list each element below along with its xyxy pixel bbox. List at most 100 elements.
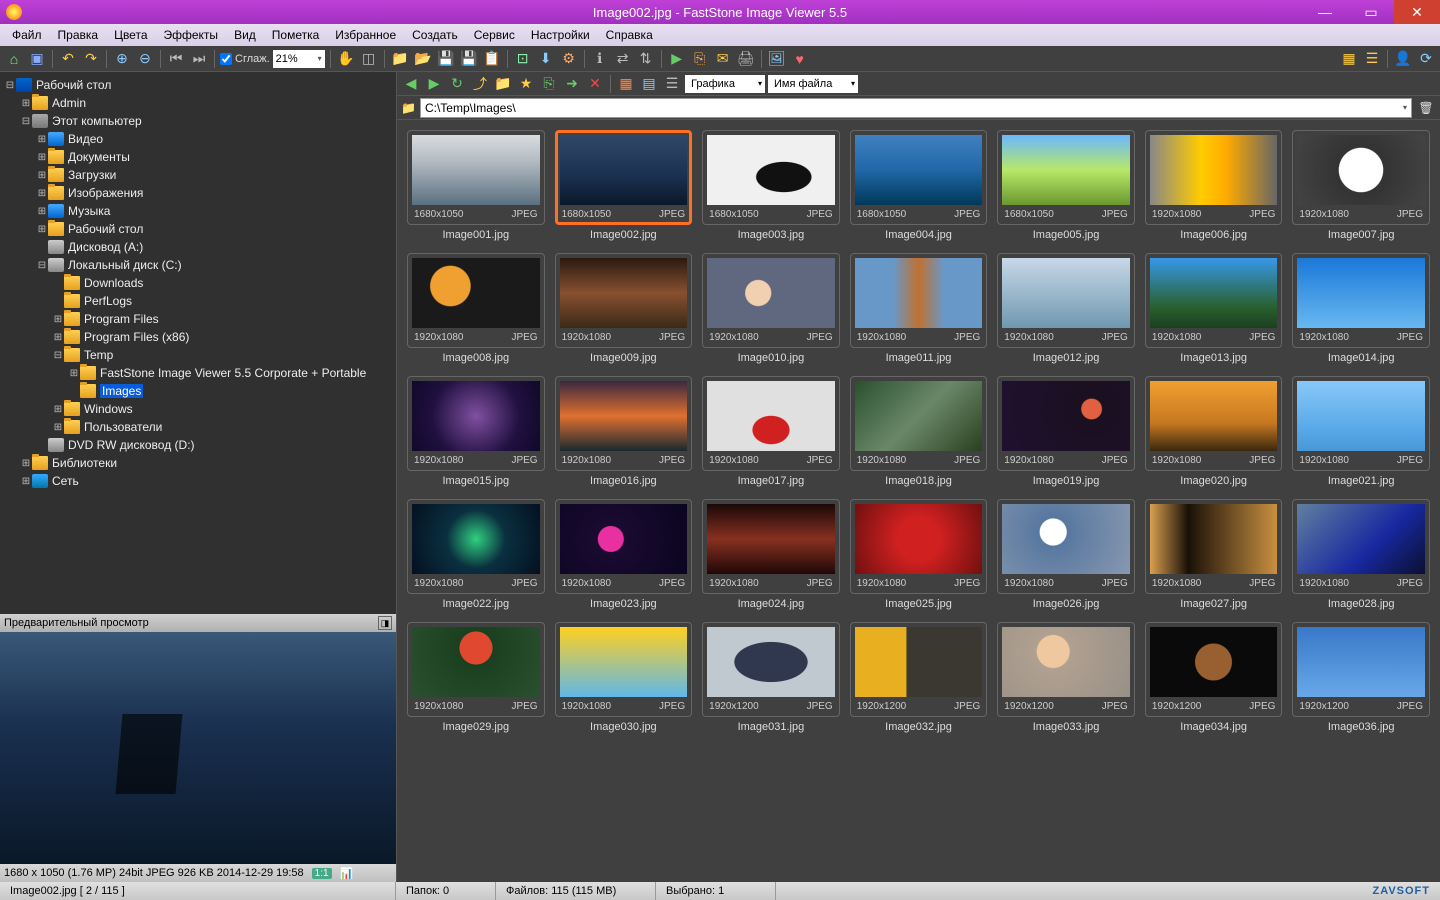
menu-0[interactable]: Файл <box>4 26 50 44</box>
thumbnail-cell[interactable]: 1920x1080JPEGImage009.jpg <box>555 253 693 366</box>
zoom-dropdown[interactable]: 21% <box>273 50 325 68</box>
tree-item[interactable]: ⊟Рабочий стол <box>4 76 392 94</box>
thumbnail-cell[interactable]: 1920x1080JPEGImage007.jpg <box>1292 130 1430 243</box>
thumbnail-cell[interactable]: 1920x1080JPEGImage025.jpg <box>850 499 988 612</box>
nav-back-icon[interactable]: ◀ <box>401 74 421 94</box>
thumbnail-cell[interactable]: 1920x1200JPEGImage034.jpg <box>1145 622 1283 735</box>
thumbnail-grid[interactable]: 1680x1050JPEGImage001.jpg1680x1050JPEGIm… <box>397 120 1440 882</box>
preview-close-button[interactable]: ◨ <box>378 616 392 630</box>
thumbnail-cell[interactable]: 1920x1080JPEGImage027.jpg <box>1145 499 1283 612</box>
wallpaper-icon[interactable]: 🖼 <box>767 49 787 69</box>
batch-icon[interactable]: ⎘ <box>690 49 710 69</box>
tree-item[interactable]: ⊞Пользователи <box>4 418 392 436</box>
view1-icon[interactable]: ▦ <box>616 74 636 94</box>
thumbnail-cell[interactable]: 1920x1080JPEGImage015.jpg <box>407 376 545 489</box>
thumbnail-cell[interactable]: 1920x1200JPEGImage036.jpg <box>1292 622 1430 735</box>
thumbnail-cell[interactable]: 1680x1050JPEGImage002.jpg <box>555 130 693 243</box>
minimize-button[interactable]: — <box>1302 0 1348 24</box>
nav-delete-icon[interactable]: ✕ <box>585 74 605 94</box>
screen-icon[interactable]: ▣ <box>27 49 47 69</box>
print-icon[interactable]: 🖨 <box>736 49 756 69</box>
tree-item[interactable]: ⊞Program Files (x86) <box>4 328 392 346</box>
tree-item[interactable]: ⊟Локальный диск (C:) <box>4 256 392 274</box>
menu-1[interactable]: Правка <box>50 26 107 44</box>
thumbnail-cell[interactable]: 1920x1080JPEGImage012.jpg <box>997 253 1135 366</box>
download-icon[interactable]: ⬇ <box>536 49 556 69</box>
thumbnail-cell[interactable]: 1920x1200JPEGImage031.jpg <box>702 622 840 735</box>
menu-6[interactable]: Избранное <box>327 26 404 44</box>
tree-item[interactable]: ⊞Изображения <box>4 184 392 202</box>
folder-icon[interactable]: 📁 <box>390 49 410 69</box>
thumbnail-cell[interactable]: 1920x1080JPEGImage026.jpg <box>997 499 1135 612</box>
thumbnail-cell[interactable]: 1920x1080JPEGImage010.jpg <box>702 253 840 366</box>
preview-pane[interactable] <box>0 632 396 864</box>
thumbnail-cell[interactable]: 1920x1080JPEGImage030.jpg <box>555 622 693 735</box>
slider-icon[interactable]: ⇅ <box>636 49 656 69</box>
close-button[interactable]: ✕ <box>1394 0 1440 24</box>
select-icon[interactable]: ◫ <box>359 49 379 69</box>
folder-tree[interactable]: ⊟Рабочий стол⊞Admin⊟Этот компьютер⊞Видео… <box>0 72 396 614</box>
person-icon[interactable]: 👤 <box>1393 49 1413 69</box>
tree-item[interactable]: DVD RW дисковод (D:) <box>4 436 392 454</box>
refresh-icon[interactable]: ⟳ <box>1416 49 1436 69</box>
tree-item[interactable]: ⊟Temp <box>4 346 392 364</box>
gear-icon[interactable]: ⚙ <box>559 49 579 69</box>
thumbnail-cell[interactable]: 1920x1080JPEGImage006.jpg <box>1145 130 1283 243</box>
prev-icon[interactable]: ⏮ <box>166 49 186 69</box>
thumbs-icon[interactable]: ▦ <box>1339 49 1359 69</box>
histogram-icon[interactable]: 📊 <box>340 867 354 880</box>
thumbnail-cell[interactable]: 1920x1080JPEGImage028.jpg <box>1292 499 1430 612</box>
save-icon[interactable]: 💾 <box>436 49 456 69</box>
tree-item[interactable]: ⊟Этот компьютер <box>4 112 392 130</box>
path-trash-icon[interactable]: 🗑 <box>1416 98 1436 118</box>
menu-8[interactable]: Сервис <box>466 26 523 44</box>
thumbnail-cell[interactable]: 1920x1080JPEGImage021.jpg <box>1292 376 1430 489</box>
thumbnail-cell[interactable]: 1920x1080JPEGImage019.jpg <box>997 376 1135 489</box>
email-icon[interactable]: ✉ <box>713 49 733 69</box>
nav-new-icon[interactable]: 📁 <box>493 74 513 94</box>
path-input[interactable]: C:\Temp\Images\ <box>420 98 1412 118</box>
tree-item[interactable]: ⊞Библиотеки <box>4 454 392 472</box>
menu-2[interactable]: Цвета <box>106 26 155 44</box>
tree-item[interactable]: PerfLogs <box>4 292 392 310</box>
compare-icon[interactable]: ⇄ <box>613 49 633 69</box>
nav-copy-icon[interactable]: ⎘ <box>539 74 559 94</box>
clipboard-icon[interactable]: 📋 <box>482 49 502 69</box>
tree-item[interactable]: ⊞Program Files <box>4 310 392 328</box>
thumbnail-cell[interactable]: 1920x1080JPEGImage014.jpg <box>1292 253 1430 366</box>
tree-item[interactable]: ⊞Загрузки <box>4 166 392 184</box>
zoom-in-icon[interactable]: ⊕ <box>112 49 132 69</box>
next-icon[interactable]: ⏭ <box>189 49 209 69</box>
heart-icon[interactable]: ♥ <box>790 49 810 69</box>
nav-fwd-icon[interactable]: ▶ <box>424 74 444 94</box>
thumbnail-cell[interactable]: 1920x1080JPEGImage023.jpg <box>555 499 693 612</box>
menu-3[interactable]: Эффекты <box>156 26 227 44</box>
thumbnail-cell[interactable]: 1920x1080JPEGImage017.jpg <box>702 376 840 489</box>
home-icon[interactable]: ⌂ <box>4 49 24 69</box>
view-type-dropdown[interactable]: Графика <box>685 75 765 93</box>
tree-item[interactable]: Downloads <box>4 274 392 292</box>
thumbnail-cell[interactable]: 1920x1080JPEGImage024.jpg <box>702 499 840 612</box>
thumbnail-cell[interactable]: 1920x1080JPEGImage008.jpg <box>407 253 545 366</box>
menu-10[interactable]: Справка <box>598 26 661 44</box>
thumbnail-cell[interactable]: 1680x1050JPEGImage005.jpg <box>997 130 1135 243</box>
tree-item[interactable]: ⊞Windows <box>4 400 392 418</box>
thumbnail-cell[interactable]: 1920x1200JPEGImage033.jpg <box>997 622 1135 735</box>
tree-item[interactable]: Дисковод (A:) <box>4 238 392 256</box>
info-icon[interactable]: ℹ <box>590 49 610 69</box>
thumbnail-cell[interactable]: 1680x1050JPEGImage003.jpg <box>702 130 840 243</box>
thumbnail-cell[interactable]: 1920x1080JPEGImage018.jpg <box>850 376 988 489</box>
view3-icon[interactable]: ☰ <box>662 74 682 94</box>
tree-item[interactable]: ⊞Admin <box>4 94 392 112</box>
save-as-icon[interactable]: 💾 <box>459 49 479 69</box>
thumbnail-cell[interactable]: 1920x1080JPEGImage016.jpg <box>555 376 693 489</box>
sort-by-dropdown[interactable]: Имя файла <box>768 75 858 93</box>
thumbnail-cell[interactable]: 1920x1080JPEGImage029.jpg <box>407 622 545 735</box>
tree-item[interactable]: ⊞FastStone Image Viewer 5.5 Corporate + … <box>4 364 392 382</box>
tree-item[interactable]: Images <box>4 382 392 400</box>
scan-icon[interactable]: ⊡ <box>513 49 533 69</box>
list-icon[interactable]: ☰ <box>1362 49 1382 69</box>
smooth-checkbox[interactable]: Сглаж. <box>220 53 270 65</box>
thumbnail-cell[interactable]: 1920x1080JPEGImage011.jpg <box>850 253 988 366</box>
play-icon[interactable]: ▶ <box>667 49 687 69</box>
